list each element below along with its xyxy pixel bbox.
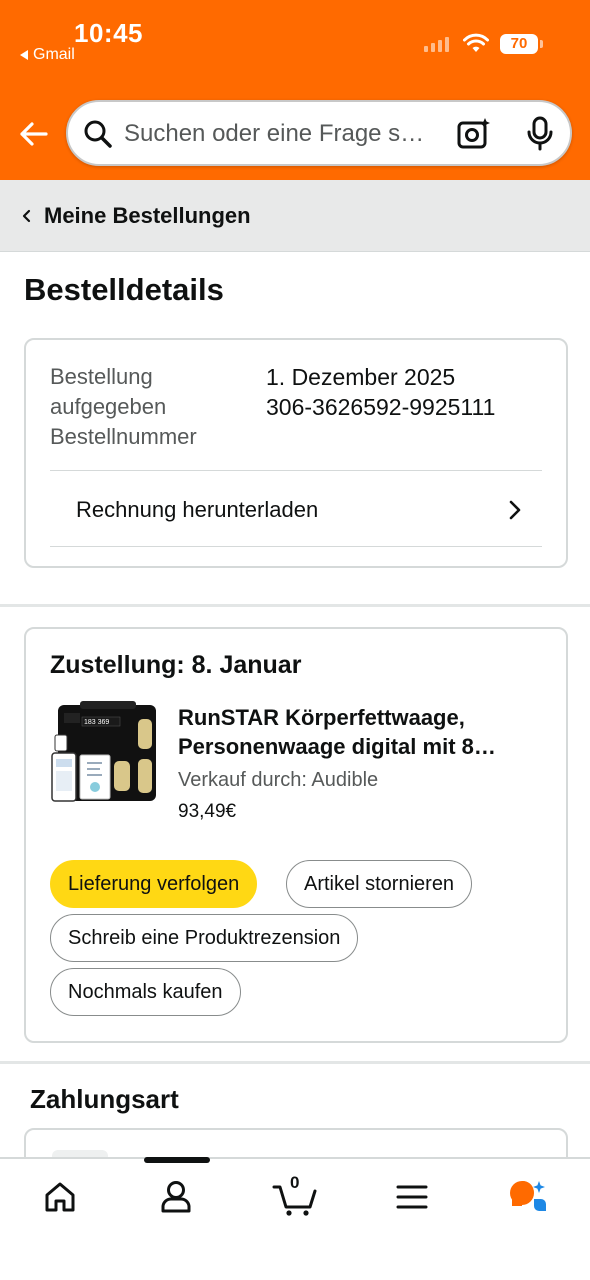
cart-count-badge: 0	[290, 1173, 300, 1192]
battery-indicator: 70	[500, 34, 543, 54]
search-icon	[84, 120, 112, 148]
back-arrow-icon[interactable]	[16, 116, 52, 152]
wifi-icon	[463, 33, 489, 52]
section-separator	[0, 604, 590, 607]
back-app-label: Gmail	[33, 46, 75, 63]
app-header: 10:45 Gmail 70	[0, 0, 590, 180]
buy-again-button[interactable]: Nochmals kaufen	[50, 968, 241, 1016]
back-triangle-icon	[20, 50, 28, 60]
chevron-right-icon	[509, 500, 521, 520]
breadcrumb[interactable]: Meine Bestellungen	[0, 180, 590, 252]
divider	[50, 470, 542, 471]
product-title-line1: RunSTAR Körperfettwaage,	[178, 705, 465, 730]
scroll-indicator	[144, 1157, 210, 1163]
divider	[50, 546, 542, 547]
order-values: 1. Dezember 2025 306-3626592-9925111	[266, 362, 495, 422]
track-delivery-button[interactable]: Lieferung verfolgen	[50, 860, 258, 908]
invoice-download-label: Rechnung herunterladen	[76, 497, 319, 522]
section-separator	[0, 1061, 590, 1064]
search-input[interactable]	[124, 116, 454, 152]
write-review-button[interactable]: Schreib eine Produktrezension	[50, 914, 359, 962]
search-bar[interactable]	[66, 100, 572, 166]
product-price: 93,49€	[178, 801, 237, 822]
order-placed-label-1: Bestellung	[50, 364, 153, 389]
camera-lens-icon[interactable]	[456, 116, 492, 152]
invoice-download-link[interactable]: Rechnung herunterladen	[52, 472, 542, 548]
cellular-signal-icon	[424, 36, 449, 52]
page-title: Bestelldetails	[24, 272, 224, 307]
order-info-card: Bestellung aufgegeben Bestellnummer 1. D…	[24, 338, 568, 568]
cancel-item-button[interactable]: Artikel stornieren	[286, 860, 473, 908]
product-image[interactable]: 183 369	[50, 699, 160, 811]
status-time: 10:45	[74, 18, 143, 48]
product-title-link[interactable]: RunSTAR Körperfettwaage, Personenwaage d…	[178, 703, 548, 761]
order-number-value: 306-3626592-9925111	[266, 394, 496, 420]
microphone-icon[interactable]	[524, 116, 556, 152]
bottom-navigation: 0	[0, 1157, 590, 1280]
order-placed-label-2: aufgegeben	[50, 394, 167, 419]
payment-section-title: Zahlungsart	[30, 1084, 179, 1114]
assistant-icon[interactable]	[508, 1177, 548, 1217]
svg-text:183 369: 183 369	[84, 719, 109, 726]
order-date-value: 1. Dezember 2025	[266, 364, 456, 390]
breadcrumb-label: Meine Bestellungen	[44, 202, 251, 228]
menu-icon[interactable]	[392, 1177, 432, 1217]
order-number-label: Bestellnummer	[50, 424, 197, 449]
shipment-card: Zustellung: 8. Januar 183 369 RunSTAR Kö…	[24, 627, 568, 1043]
back-to-app-link[interactable]: Gmail	[20, 46, 75, 64]
order-labels: Bestellung aufgegeben Bestellnummer	[50, 362, 250, 452]
seller-info: Verkauf durch: Audible	[178, 769, 379, 791]
chevron-left-icon	[22, 209, 31, 222]
delivery-date: Zustellung: 8. Januar	[50, 651, 302, 679]
account-icon[interactable]	[156, 1177, 196, 1217]
home-icon[interactable]	[40, 1177, 80, 1217]
product-title-line2: Personenwaage digital mit 8…	[178, 734, 496, 759]
